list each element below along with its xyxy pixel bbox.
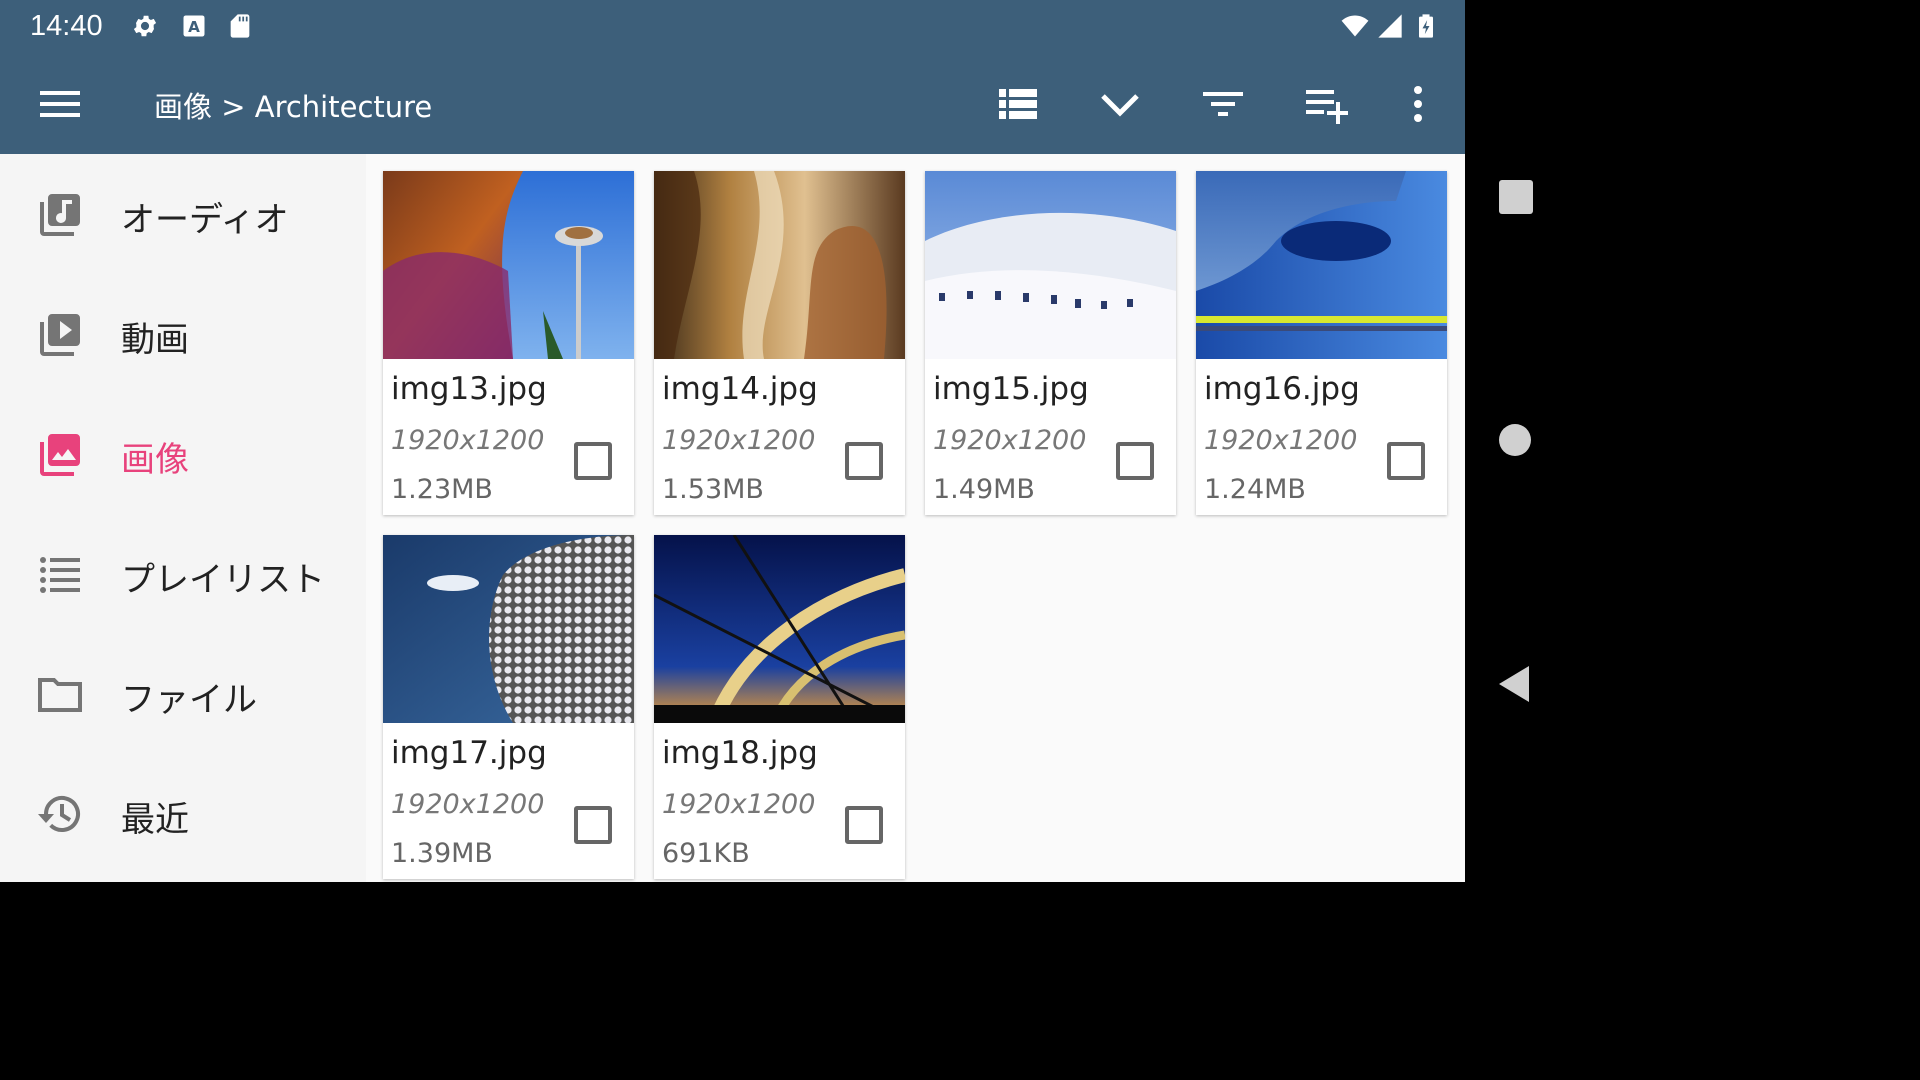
battery-charging-icon (1412, 12, 1440, 40)
more-options-button[interactable] (1396, 82, 1440, 126)
image-card[interactable]: img18.jpg 1920x1200 691KB (654, 535, 905, 879)
file-resolution: 1920x1200 (662, 425, 816, 456)
file-size: 691KB (662, 838, 750, 869)
view-list-icon (999, 89, 1037, 119)
image-thumbnail (654, 171, 905, 359)
image-card[interactable]: img14.jpg 1920x1200 1.53MB (654, 171, 905, 515)
home-button[interactable] (1499, 424, 1531, 456)
file-size: 1.23MB (391, 474, 493, 505)
file-resolution: 1920x1200 (391, 425, 545, 456)
sidebar-item-label: プレイリスト (121, 560, 325, 600)
image-thumbnail (383, 535, 634, 723)
file-name: img16.jpg (1204, 371, 1360, 407)
hamburger-menu-icon[interactable] (38, 82, 82, 126)
file-resolution: 1920x1200 (933, 425, 1087, 456)
list-icon (36, 550, 84, 598)
image-card[interactable]: img17.jpg 1920x1200 1.39MB (383, 535, 634, 879)
sidebar-item-label: ファイル (121, 680, 257, 720)
chevron-down-icon (1101, 94, 1139, 117)
select-checkbox[interactable] (845, 806, 883, 844)
history-icon (36, 790, 84, 838)
svg-text:A: A (188, 18, 200, 36)
file-size: 1.53MB (662, 474, 764, 505)
filter-button[interactable] (1201, 82, 1245, 126)
folder-icon (36, 670, 84, 718)
file-size: 1.24MB (1204, 474, 1306, 505)
select-checkbox[interactable] (574, 806, 612, 844)
file-resolution: 1920x1200 (391, 789, 545, 820)
image-card[interactable]: img13.jpg 1920x1200 1.23MB (383, 171, 634, 515)
select-checkbox[interactable] (845, 442, 883, 480)
sidebar-item-video[interactable]: 動画 (0, 274, 366, 394)
file-resolution: 1920x1200 (1204, 425, 1358, 456)
sidebar-item-label: 画像 (121, 440, 189, 480)
sidebar-item-files[interactable]: ファイル (0, 634, 366, 754)
back-button[interactable] (1499, 666, 1529, 702)
filter-icon (1203, 92, 1243, 116)
file-name: img14.jpg (662, 371, 818, 407)
status-time: 14:40 (30, 10, 103, 42)
sidebar-item-label: 最近 (121, 800, 189, 840)
sidebar-item-label: オーディオ (121, 200, 289, 240)
sidebar-item-label: 動画 (121, 320, 189, 360)
add-to-playlist-button[interactable] (1304, 82, 1348, 126)
file-name: img15.jpg (933, 371, 1089, 407)
playlist-add-icon (1306, 90, 1348, 124)
system-navigation-bar (1465, 0, 1568, 882)
sidebar-item-audio[interactable]: オーディオ (0, 154, 366, 274)
image-grid: img13.jpg 1920x1200 1.23MB img14.jpg 192… (366, 154, 1465, 882)
image-card[interactable]: img16.jpg 1920x1200 1.24MB (1196, 171, 1447, 515)
navigation-drawer: オーディオ 動画 画像 プレイリスト ファイル 最近 (0, 154, 366, 882)
view-list-button[interactable] (996, 82, 1040, 126)
file-size: 1.39MB (391, 838, 493, 869)
file-size: 1.49MB (933, 474, 1035, 505)
file-resolution: 1920x1200 (662, 789, 816, 820)
sidebar-item-images[interactable]: 画像 (0, 394, 366, 514)
photo-library-icon (36, 430, 84, 478)
expand-button[interactable] (1098, 82, 1142, 126)
image-card[interactable]: img15.jpg 1920x1200 1.49MB (925, 171, 1176, 515)
image-thumbnail (1196, 171, 1447, 359)
video-library-icon (36, 310, 84, 358)
select-checkbox[interactable] (1387, 442, 1425, 480)
file-name: img17.jpg (391, 735, 547, 771)
signal-icon (1376, 12, 1404, 40)
more-vert-icon (1414, 86, 1422, 122)
select-checkbox[interactable] (1116, 442, 1154, 480)
wifi-icon (1338, 12, 1372, 40)
sd-card-icon (226, 12, 254, 40)
image-thumbnail (654, 535, 905, 723)
breadcrumb: 画像 > Architecture (154, 90, 433, 124)
a-text-icon: A (180, 12, 208, 40)
file-name: img18.jpg (662, 735, 818, 771)
image-thumbnail (925, 171, 1176, 359)
image-thumbnail (383, 171, 634, 359)
select-checkbox[interactable] (574, 442, 612, 480)
app-window: 14:40 A 画像 > Architecture オーディオ 動画 画像 プレ… (0, 0, 1465, 882)
audio-library-icon (36, 190, 84, 238)
file-name: img13.jpg (391, 371, 547, 407)
sidebar-item-playlist[interactable]: プレイリスト (0, 514, 366, 634)
sidebar-item-recent[interactable]: 最近 (0, 754, 366, 874)
status-bar: 14:40 A (0, 0, 1465, 54)
settings-icon (131, 12, 159, 40)
app-toolbar: 画像 > Architecture (0, 54, 1465, 154)
recents-button[interactable] (1499, 180, 1533, 214)
